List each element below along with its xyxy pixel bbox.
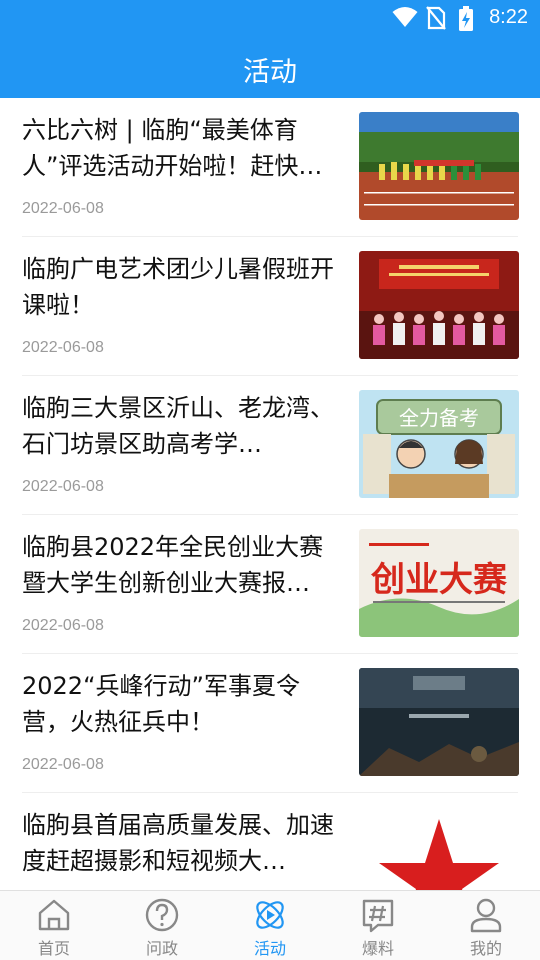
tab-wenzheng[interactable]: 问政 xyxy=(108,891,216,960)
tab-activity[interactable]: 活动 xyxy=(216,891,324,960)
military-camp-thumbnail[interactable] xyxy=(359,668,519,776)
no-sim-icon xyxy=(426,6,446,30)
user-icon xyxy=(470,898,502,933)
exam-cartoon-thumbnail[interactable]: 全力备考 xyxy=(359,390,519,498)
wifi-icon xyxy=(392,7,418,27)
article-title[interactable]: 临朐县2022年全民创业大赛暨大学生创新创业大赛报… xyxy=(22,529,344,601)
list-item[interactable]: 临朐广电艺术团少儿暑假班开课啦！ 2022-06-08 xyxy=(0,237,540,376)
tab-label: 爆料 xyxy=(361,939,394,958)
sports-parade-thumbnail[interactable] xyxy=(359,112,519,220)
status-time: 8:22 xyxy=(489,6,528,28)
article-date: 2022-06-08 xyxy=(22,756,104,773)
page-title: 活动 xyxy=(243,57,297,88)
article-list[interactable]: 六比六树 | 临朐“最美体育人”评选活动开始啦！赶快… 2022-06-08 临… xyxy=(0,98,540,890)
red-star-thumbnail[interactable] xyxy=(359,807,519,890)
contest-banner-text: 创业大赛 xyxy=(370,560,508,600)
battery-charging-icon xyxy=(459,6,473,31)
tab-label: 我的 xyxy=(469,939,502,958)
question-icon xyxy=(145,898,179,932)
article-title[interactable]: 临朐县首届高质量发展、加速度赶超摄影和短视频大… xyxy=(22,807,344,879)
tab-label: 首页 xyxy=(37,939,70,958)
tab-label: 问政 xyxy=(145,939,178,958)
list-item[interactable]: 六比六树 | 临朐“最美体育人”评选活动开始啦！赶快… 2022-06-08 xyxy=(0,98,540,237)
article-date: 2022-06-08 xyxy=(22,617,104,634)
tab-home[interactable]: 首页 xyxy=(0,891,108,960)
exam-banner-text: 全力备考 xyxy=(399,406,479,430)
article-date: 2022-06-08 xyxy=(22,339,104,356)
article-title[interactable]: 临朐三大景区沂山、老龙湾、石门坊景区助高考学… xyxy=(22,390,344,462)
tab-baoliao[interactable]: 爆料 xyxy=(324,891,432,960)
article-title[interactable]: 六比六树 | 临朐“最美体育人”评选活动开始啦！赶快… xyxy=(22,112,344,184)
article-date: 2022-06-08 xyxy=(22,200,104,217)
activity-icon xyxy=(256,901,284,929)
status-bar: 8:22 xyxy=(0,0,540,36)
tab-label: 活动 xyxy=(253,939,286,958)
stage-performance-thumbnail[interactable] xyxy=(359,251,519,359)
hashtag-icon xyxy=(362,899,394,933)
article-title[interactable]: 2022“兵峰行动”军事夏令营，火热征兵中！ xyxy=(22,668,344,740)
article-date: 2022-06-08 xyxy=(22,478,104,495)
bottom-tab-bar: 首页 问政 活动 爆料 我的 xyxy=(0,890,540,960)
home-icon xyxy=(38,899,70,931)
list-item[interactable]: 2022“兵峰行动”军事夏令营，火热征兵中！ 2022-06-08 xyxy=(0,654,540,793)
list-item[interactable]: 临朐县2022年全民创业大赛暨大学生创新创业大赛报… 2022-06-08 创业… xyxy=(0,515,540,654)
list-item[interactable]: 临朐县首届高质量发展、加速度赶超摄影和短视频大… 2022-06-08 xyxy=(0,793,540,890)
app-header: 8:22 活动 xyxy=(0,0,540,98)
tab-mine[interactable]: 我的 xyxy=(432,891,540,960)
list-item[interactable]: 临朐三大景区沂山、老龙湾、石门坊景区助高考学… 2022-06-08 全力备考 xyxy=(0,376,540,515)
entrepreneurship-contest-thumbnail[interactable]: 创业大赛 xyxy=(359,529,519,637)
article-title[interactable]: 临朐广电艺术团少儿暑假班开课啦！ xyxy=(22,251,344,323)
